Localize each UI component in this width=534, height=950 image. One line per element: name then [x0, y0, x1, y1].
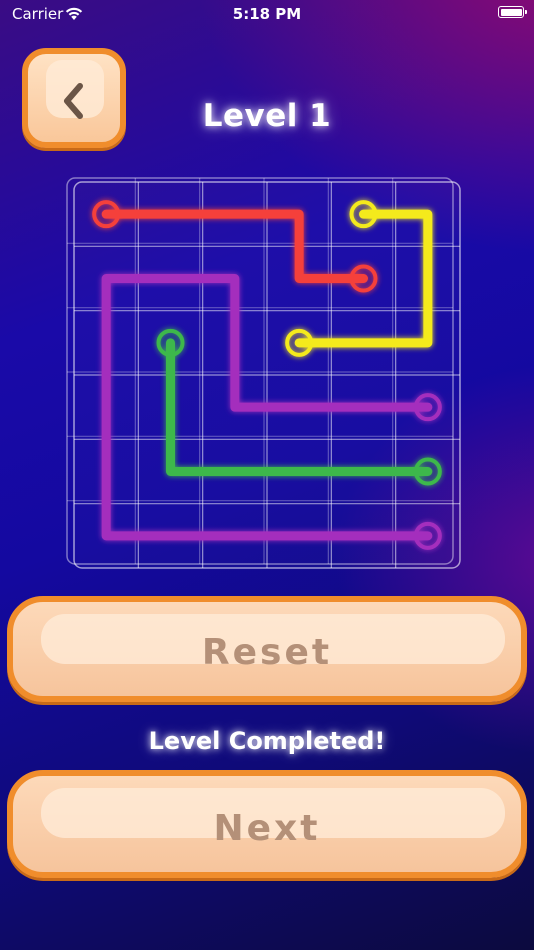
reset-button-label: Reset [201, 632, 333, 673]
clock: 5:18 PM [232, 5, 302, 23]
level-title: Level 1 [202, 98, 332, 134]
puzzle-board[interactable] [66, 174, 462, 570]
reset-button[interactable]: Reset [7, 596, 527, 702]
next-button-label: Next [213, 808, 321, 849]
level-completed-message: Level Completed! [148, 727, 386, 755]
status-bar: Carrier 5:18 PM [0, 0, 534, 28]
battery-icon [498, 6, 527, 18]
next-button[interactable]: Next [7, 770, 527, 878]
